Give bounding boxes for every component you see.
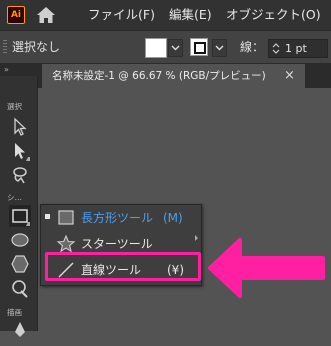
panel-grip[interactable] xyxy=(3,40,7,54)
selection-tool[interactable] xyxy=(9,116,31,138)
document-tab[interactable]: 名称未設定-1 @ 66.67 % (RGB/プレビュー) × xyxy=(42,64,305,88)
stepper-icon[interactable] xyxy=(271,40,281,57)
star-icon xyxy=(56,234,76,253)
collapse-panel-button[interactable]: » xyxy=(0,64,38,76)
shaper-icon xyxy=(12,280,28,298)
control-bar: 選択なし 線： 1 pt xyxy=(0,30,331,64)
submenu-arrow-icon xyxy=(195,235,198,241)
menu-edit[interactable]: 編集(E) xyxy=(169,0,212,30)
menu-file[interactable]: ファイル(F) xyxy=(88,0,155,30)
selection-status: 選択なし xyxy=(12,40,61,54)
rectangle-tool-button[interactable] xyxy=(9,205,31,227)
highlight-box xyxy=(45,252,201,281)
pen-icon xyxy=(15,322,25,337)
pen-tool-button[interactable] xyxy=(9,320,31,342)
menu-bar: Ai ファイル(F) 編集(E) オブジェクト(O) xyxy=(0,0,331,30)
ellipse-icon xyxy=(11,233,29,247)
current-tool-indicator xyxy=(45,214,50,219)
flyout-item-shortcut: (M) xyxy=(163,211,183,225)
flyout-item-label: 長方形ツール xyxy=(81,211,154,225)
ellipse-tool-button[interactable] xyxy=(9,229,31,251)
tools-panel: » 選択 シ… 描画 xyxy=(0,64,38,337)
flyout-item-rectangle-tool[interactable]: 長方形ツール (M) xyxy=(41,205,201,231)
tool-group-label-draw: 描画 xyxy=(7,308,22,317)
stroke-weight-value: 1 pt xyxy=(285,42,307,55)
hexagon-icon xyxy=(11,255,29,273)
tool-group-label-select: 選択 xyxy=(7,102,22,111)
shaper-tool-button[interactable] xyxy=(9,277,31,299)
pointer-arrow-icon xyxy=(208,238,325,298)
rectangle-icon xyxy=(12,209,30,226)
fill-color-swatch[interactable] xyxy=(145,38,167,58)
stroke-color-swatch[interactable] xyxy=(190,38,208,56)
stroke-dropdown-button[interactable] xyxy=(212,39,227,57)
arrow-outline-icon xyxy=(14,117,27,136)
document-tab-bar: 名称未設定-1 @ 66.67 % (RGB/プレビュー) × xyxy=(38,64,331,88)
arrow-filled-icon xyxy=(15,143,30,161)
lasso-icon xyxy=(13,167,27,184)
fill-dropdown-button[interactable] xyxy=(168,39,183,57)
stroke-weight-field[interactable]: 1 pt xyxy=(268,39,328,58)
chevron-down-icon xyxy=(171,45,180,51)
tool-group-label-shape: シ… xyxy=(7,193,22,202)
chevron-down-icon xyxy=(215,45,224,51)
rectangle-icon xyxy=(58,210,74,225)
document-tab-title: 名称未設定-1 @ 66.67 % (RGB/プレビュー) xyxy=(52,70,266,82)
magic-wand-tool[interactable] xyxy=(9,164,31,186)
polygon-tool-button[interactable] xyxy=(9,253,31,275)
app-logo: Ai xyxy=(7,6,25,24)
direct-selection-tool[interactable] xyxy=(9,140,31,162)
home-icon[interactable] xyxy=(36,6,56,24)
menu-object[interactable]: オブジェクト(O) xyxy=(226,0,321,30)
stroke-label: 線： xyxy=(240,40,265,54)
close-icon[interactable]: × xyxy=(284,64,295,88)
